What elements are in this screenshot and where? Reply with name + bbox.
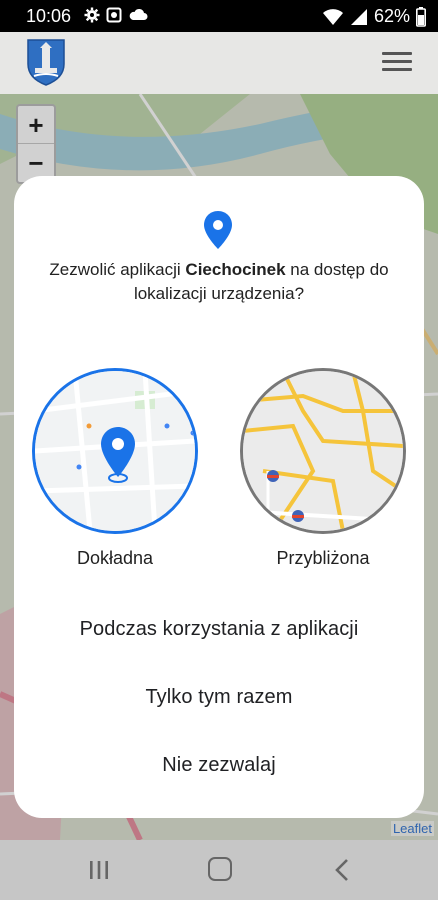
city-crest-icon[interactable] — [26, 38, 66, 86]
permission-prompt: Zezwolić aplikacji Ciechocinek na dostęp… — [49, 260, 389, 303]
location-pin-icon — [204, 211, 232, 249]
status-bar: 10:06 62% — [0, 0, 438, 32]
status-time: 10:06 — [26, 6, 72, 26]
signal-icon — [350, 8, 367, 25]
precise-location-illustration — [32, 368, 198, 534]
wifi-icon — [322, 8, 343, 25]
battery-icon — [416, 6, 426, 27]
precise-location-option[interactable]: Dokładna — [31, 368, 199, 569]
home-icon[interactable] — [208, 857, 232, 881]
recent-apps-icon[interactable] — [88, 859, 110, 881]
hamburger-menu-icon[interactable] — [382, 52, 412, 74]
allow-while-using-button[interactable]: Podczas korzystania z aplikacji — [14, 618, 424, 641]
app-name: Ciechocinek — [185, 260, 286, 279]
allow-only-this-time-button[interactable]: Tylko tym razem — [14, 686, 424, 709]
approximate-location-illustration — [240, 368, 406, 534]
system-navigation-bar — [0, 840, 438, 900]
deny-button[interactable]: Nie zezwalaj — [14, 754, 424, 777]
approximate-location-label: Przybliżona — [276, 548, 370, 568]
cloud-icon — [129, 8, 148, 20]
photo-icon — [106, 7, 122, 23]
app-bar — [0, 32, 438, 94]
battery-percent: 62% — [373, 6, 410, 26]
precise-location-label: Dokładna — [76, 548, 154, 568]
gear-icon — [84, 7, 100, 23]
approximate-location-option[interactable]: Przybliżona — [239, 368, 407, 569]
location-permission-dialog: Zezwolić aplikacji Ciechocinek na dostęp… — [14, 176, 424, 818]
back-icon[interactable] — [333, 858, 351, 882]
